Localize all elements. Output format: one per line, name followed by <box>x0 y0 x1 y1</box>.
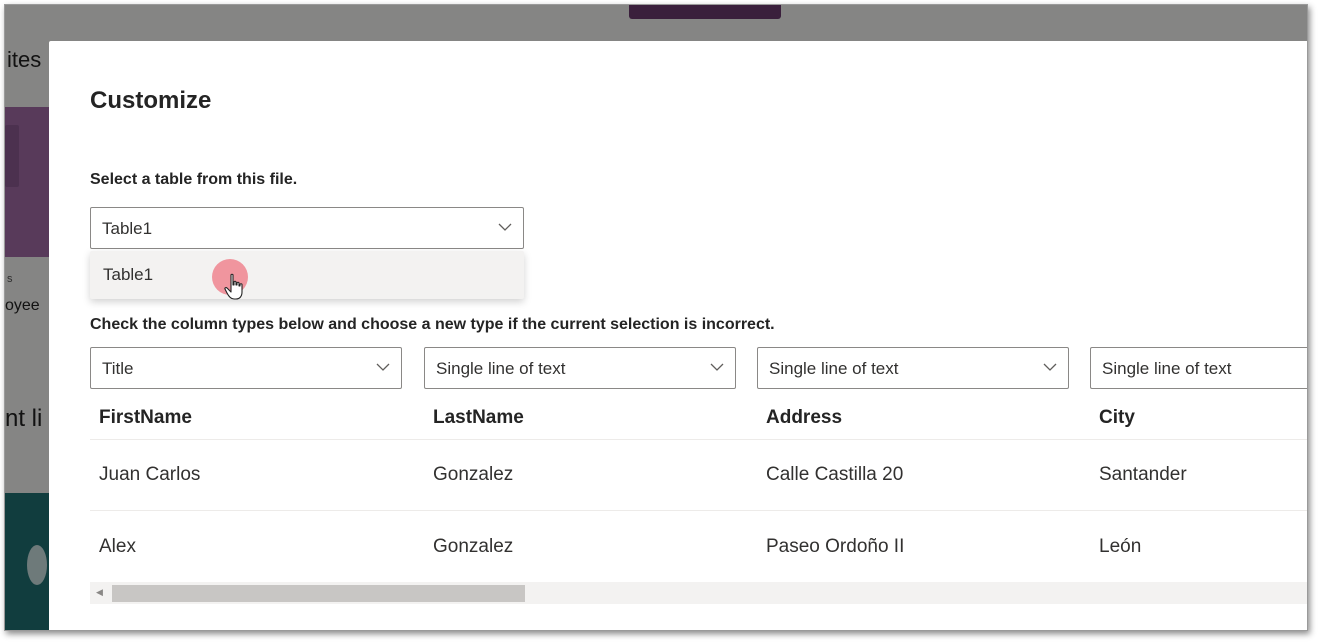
table-select-value: Table1 <box>102 219 153 238</box>
table-select-menu: Table1 <box>90 251 524 300</box>
table-cell: Calle Castilla 20 <box>766 464 904 485</box>
table-select-dropdown[interactable]: Table1 <box>90 207 524 249</box>
hand-pointer-icon <box>224 273 243 300</box>
column-type-dropdown-lastname[interactable]: Single line of text <box>424 347 736 389</box>
customize-dialog: Customize Select a table from this file.… <box>49 41 1307 630</box>
column-header-firstname: FirstName <box>99 407 192 428</box>
table-select-label: Select a table from this file. <box>90 171 298 188</box>
screen-frame: ites s oyee nt li Customize Select a tab… <box>4 4 1308 631</box>
row-divider <box>90 510 1307 511</box>
table-cell: Gonzalez <box>433 464 514 485</box>
table-cell: Juan Carlos <box>99 464 201 485</box>
table-cell: Santander <box>1099 464 1187 485</box>
table-cell: León <box>1099 536 1142 557</box>
column-type-value: Single line of text <box>436 359 566 378</box>
horizontal-scrollbar[interactable]: ◀ <box>90 582 1307 604</box>
scrollbar-thumb[interactable] <box>112 585 525 602</box>
column-type-dropdown-firstname[interactable]: Title <box>90 347 402 389</box>
table-cell: Alex <box>99 536 136 557</box>
column-type-value: Title <box>102 359 134 378</box>
header-divider <box>90 439 1307 440</box>
chevron-down-icon <box>710 363 724 371</box>
table-cell: Paseo Ordoño II <box>766 536 905 557</box>
table-option-table1[interactable]: Table1 <box>90 251 524 300</box>
column-types-label: Check the column types below and choose … <box>90 316 775 333</box>
column-type-value: Single line of text <box>1102 359 1232 378</box>
scroll-left-arrow-icon[interactable]: ◀ <box>96 587 103 598</box>
chevron-down-icon <box>498 223 512 231</box>
column-header-lastname: LastName <box>433 407 524 428</box>
column-type-dropdown-city[interactable]: Single line of text <box>1090 347 1307 389</box>
column-header-address: Address <box>766 407 843 428</box>
chevron-down-icon <box>1043 363 1057 371</box>
column-type-dropdown-address[interactable]: Single line of text <box>757 347 1069 389</box>
dialog-title: Customize <box>90 87 212 114</box>
column-type-value: Single line of text <box>769 359 899 378</box>
table-option-label: Table1 <box>103 265 154 284</box>
table-cell: Gonzalez <box>433 536 514 557</box>
column-header-city: City <box>1099 407 1135 428</box>
chevron-down-icon <box>376 363 390 371</box>
